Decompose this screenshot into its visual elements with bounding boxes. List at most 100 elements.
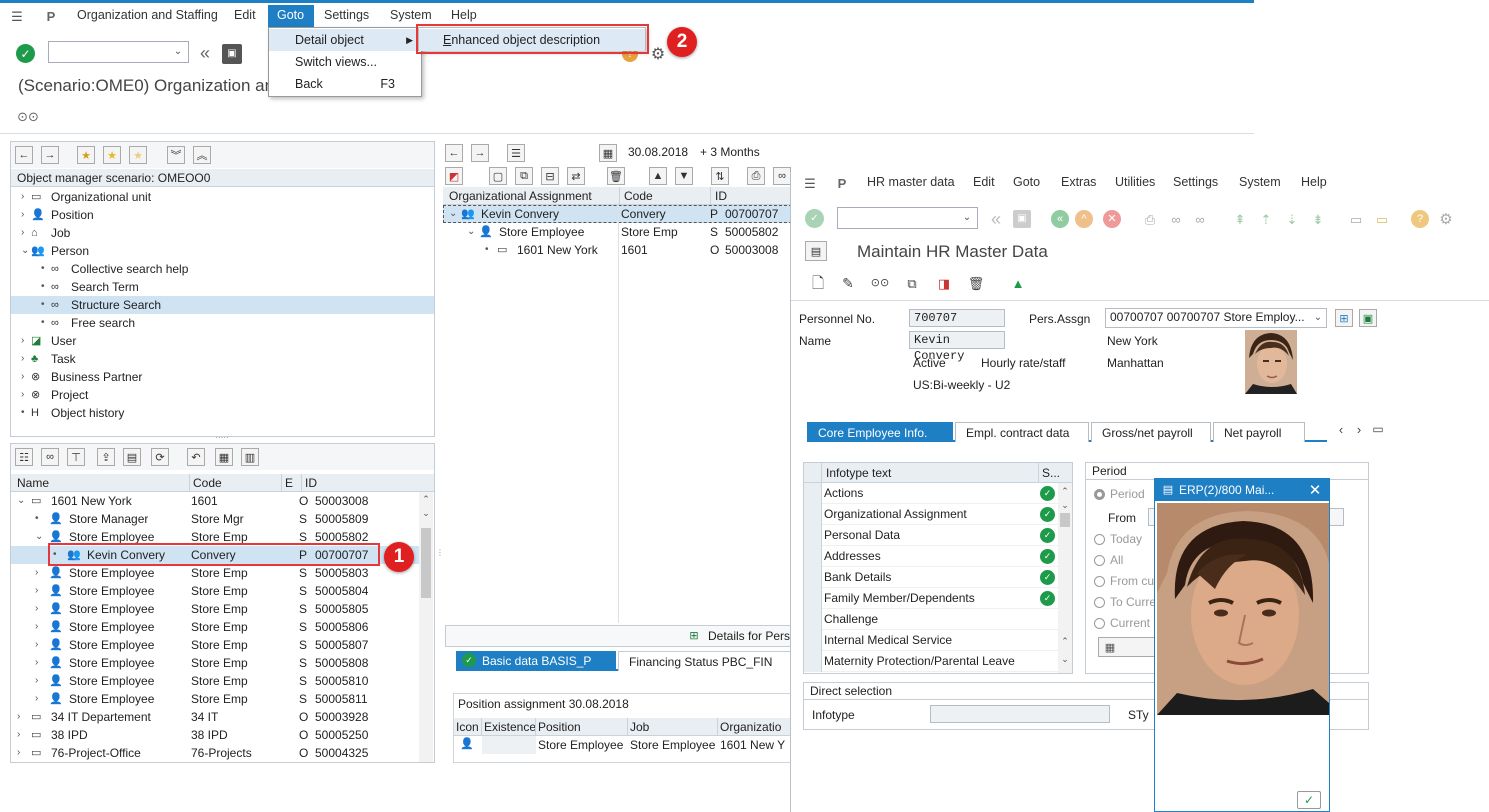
calendar-icon[interactable]: ▦ bbox=[599, 144, 617, 162]
copy-icon[interactable]: ⧉ bbox=[903, 274, 921, 292]
move-down-icon[interactable]: ▼ bbox=[675, 167, 693, 185]
list-view-icon[interactable]: ☰ bbox=[507, 144, 525, 162]
infotype-row[interactable]: Internal Medical Service bbox=[804, 630, 1058, 651]
tab-scroll-right-icon[interactable]: › bbox=[1353, 422, 1365, 436]
menu-item-detail-object[interactable]: Detail object ▶ bbox=[269, 29, 421, 51]
layout-icon[interactable]: ▦ bbox=[215, 448, 233, 466]
tab-basic-data[interactable]: ✓ Basic data BASIS_P bbox=[456, 651, 616, 671]
columns-icon[interactable]: ▥ bbox=[241, 448, 259, 466]
hr-menu-hr-master-data[interactable]: HR master data bbox=[867, 175, 955, 189]
expand-all-icon[interactable]: ︽ bbox=[193, 146, 211, 164]
tree-item-person[interactable]: ⌄ 👥 Person bbox=[11, 242, 434, 260]
column-header-existence[interactable]: Existence bbox=[484, 718, 536, 736]
column-header-job[interactable]: Job bbox=[630, 718, 649, 736]
table-row[interactable]: › ▭ 76-Project-Office 76-Projects O 50004325 bbox=[11, 744, 419, 762]
tab-list-icon[interactable]: ▭ bbox=[1371, 422, 1385, 436]
expand-arrow-icon[interactable]: › bbox=[35, 600, 38, 618]
next-page-icon[interactable]: ⇣ bbox=[1283, 210, 1301, 228]
tab-net-payroll[interactable]: Net payroll bbox=[1213, 422, 1305, 442]
collapse-all-icon[interactable]: ︾ bbox=[167, 146, 185, 164]
expand-arrow-icon[interactable]: › bbox=[17, 726, 20, 744]
pers-assgn-select[interactable]: 00700707 00700707 Store Employ... ⌄ bbox=[1105, 308, 1327, 328]
menu-help[interactable]: Help bbox=[451, 8, 477, 22]
expand-arrow-icon[interactable]: ⌄ bbox=[21, 242, 29, 260]
tree-item-free-search[interactable]: • ∞ Free search bbox=[11, 314, 434, 332]
print-preview-icon[interactable]: ▤ bbox=[123, 448, 141, 466]
scroll-down-icon[interactable]: ⌄ bbox=[420, 506, 432, 520]
delimit-icon[interactable]: ◨ bbox=[935, 274, 953, 292]
export-icon[interactable]: ⇪ bbox=[97, 448, 115, 466]
period-execute-button[interactable]: ▦ bbox=[1098, 637, 1158, 657]
row-selector[interactable] bbox=[804, 567, 822, 588]
radio-button[interactable] bbox=[1094, 576, 1105, 587]
expand-arrow-icon[interactable]: › bbox=[17, 708, 20, 726]
expand-arrow-icon[interactable]: • bbox=[35, 510, 39, 528]
org-structure-icon[interactable]: ⊞ bbox=[1335, 309, 1353, 327]
prev-page-icon[interactable]: ⇡ bbox=[1257, 210, 1275, 228]
row-selector[interactable] bbox=[804, 630, 822, 651]
column-header-e[interactable]: E bbox=[285, 474, 293, 492]
column-header-organizatio[interactable]: Organizatio bbox=[720, 718, 781, 736]
radio-button[interactable] bbox=[1094, 534, 1105, 545]
enter-check-icon[interactable]: ✓ bbox=[16, 44, 35, 63]
row-selector[interactable] bbox=[804, 588, 822, 609]
find-binoculars-icon[interactable]: ∞ bbox=[41, 448, 59, 466]
menu-dropdown-icon[interactable]: ☰ bbox=[8, 8, 26, 24]
radio-button[interactable] bbox=[1094, 555, 1105, 566]
tree-item-user[interactable]: › ◪ User bbox=[11, 332, 434, 350]
infotype-row[interactable]: Bank Details ✓ bbox=[804, 567, 1058, 588]
undo-icon[interactable]: ↶ bbox=[187, 448, 205, 466]
horizontal-splitter-handle[interactable]: ····· bbox=[210, 434, 234, 442]
radio-button[interactable] bbox=[1094, 489, 1105, 500]
scroll-up-icon[interactable]: ⌃ bbox=[1059, 635, 1071, 647]
settings-gear-icon[interactable]: ⚙ bbox=[649, 46, 667, 64]
exit-icon[interactable]: ^ bbox=[1075, 210, 1093, 228]
tree-item-position[interactable]: › 👤 Position bbox=[11, 206, 434, 224]
find-next-icon[interactable]: ∞ bbox=[1191, 210, 1209, 228]
chevron-down-icon[interactable]: ⌄ bbox=[961, 211, 973, 225]
menu-edit[interactable]: Edit bbox=[234, 8, 256, 22]
edit-pencil-icon[interactable]: ✎ bbox=[839, 274, 857, 292]
tree-item-task[interactable]: › ♣ Task bbox=[11, 350, 434, 368]
table-row[interactable]: › 👤 Store Employee Store Emp S 50005808 bbox=[11, 654, 419, 672]
favorite-icon[interactable]: ★ bbox=[103, 146, 121, 164]
row-selector[interactable] bbox=[804, 609, 822, 630]
infotype-row[interactable]: Actions ✓ bbox=[804, 483, 1058, 504]
expand-arrow-icon[interactable]: › bbox=[35, 654, 38, 672]
create-icon[interactable]: 🗋 bbox=[809, 274, 827, 292]
details-icon[interactable]: ☷ bbox=[15, 448, 33, 466]
row-selector[interactable] bbox=[804, 546, 822, 567]
display-glasses-icon[interactable]: ⊙⊙ bbox=[869, 274, 891, 292]
scroll-up-icon[interactable]: ⌃ bbox=[1059, 485, 1071, 497]
expand-arrow-icon[interactable]: › bbox=[21, 188, 24, 206]
find-binoculars-icon[interactable]: ∞ bbox=[1167, 210, 1185, 228]
column-header-code[interactable]: Code bbox=[624, 187, 653, 205]
arrow-back-icon[interactable]: ← bbox=[445, 144, 463, 162]
table-row[interactable]: › 👤 Store Employee Store Emp S 50005803 bbox=[11, 564, 419, 582]
expand-arrow-icon[interactable]: ⌄ bbox=[17, 492, 25, 510]
tab-core-employee-info[interactable]: Core Employee Info. bbox=[807, 422, 953, 442]
last-page-icon[interactable]: ⇟ bbox=[1309, 210, 1327, 228]
new-session-icon[interactable]: ▭ bbox=[1347, 210, 1365, 228]
expand-arrow-icon[interactable]: › bbox=[21, 386, 24, 404]
result-scrollbar[interactable]: ⌃ ⌄ bbox=[419, 492, 433, 762]
glasses-display-icon[interactable]: ⊙⊙ bbox=[17, 107, 39, 125]
infotype-row[interactable]: Personal Data ✓ bbox=[804, 525, 1058, 546]
back-icon[interactable]: « bbox=[1051, 210, 1069, 228]
cancel-icon[interactable]: ✕ bbox=[1103, 210, 1121, 228]
confirm-check-button[interactable]: ✓ bbox=[1297, 791, 1321, 809]
expand-arrow-icon[interactable]: • bbox=[485, 241, 489, 259]
save-icon[interactable]: ▣ bbox=[1013, 210, 1031, 228]
vertical-splitter-handle[interactable]: ⋮ bbox=[436, 548, 444, 578]
command-field[interactable]: ⌄ bbox=[48, 41, 189, 63]
row-selector[interactable] bbox=[804, 483, 822, 504]
name-field[interactable]: Kevin Convery bbox=[909, 331, 1005, 363]
table-row[interactable]: › ▭ 38 IPD 38 IPD O 50005250 bbox=[11, 726, 419, 744]
arrow-forward-icon[interactable]: → bbox=[471, 144, 489, 162]
photo-popup-titlebar[interactable]: ▤ ERP(2)/800 Mai... ✕ bbox=[1155, 479, 1329, 501]
radio-button[interactable] bbox=[1094, 618, 1105, 629]
settings-gear-icon[interactable]: ⚙ bbox=[1437, 210, 1455, 228]
tree-item-collective-search-help[interactable]: • ∞ Collective search help bbox=[11, 260, 434, 278]
delete-icon[interactable]: 🗑 bbox=[967, 274, 985, 292]
screen-menu-icon[interactable]: ▤ bbox=[805, 241, 827, 261]
